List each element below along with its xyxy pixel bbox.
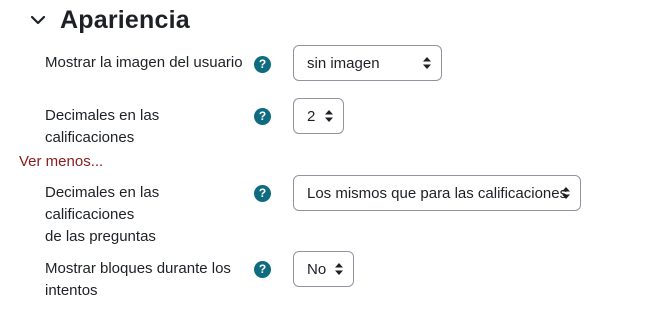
help-icon[interactable]: ? [254, 185, 271, 202]
grade-decimals-value: 2 [307, 107, 316, 125]
show-blocks-label-line1: Mostrar bloques durante los [45, 260, 231, 277]
show-user-picture-label: Mostrar la imagen del usuario [45, 54, 243, 71]
show-blocks-value: No [307, 260, 327, 278]
select-arrows-icon [423, 57, 431, 69]
help-icon[interactable]: ? [254, 108, 271, 125]
show-user-picture-value: sin imagen [307, 54, 380, 72]
question-grade-decimals-label: Decimales en las calificaciones de las p… [45, 182, 250, 248]
grade-decimals-select[interactable]: 2 [293, 98, 344, 134]
section-title: Apariencia [60, 5, 190, 34]
show-blocks-select[interactable]: No [293, 251, 354, 287]
help-icon[interactable]: ? [254, 261, 271, 278]
grade-decimals-label: Decimales en las calificaciones [45, 107, 160, 146]
select-arrows-icon [325, 110, 333, 122]
show-user-picture-select[interactable]: sin imagen [293, 45, 442, 81]
select-arrows-icon [562, 187, 570, 199]
show-less-link[interactable]: Ver menos... [19, 153, 103, 170]
question-grade-decimals-value: Los mismos que para las calificaciones [307, 184, 568, 202]
chevron-down-icon [30, 15, 46, 25]
question-grade-decimals-select[interactable]: Los mismos que para las calificaciones [293, 175, 581, 211]
help-icon[interactable]: ? [254, 56, 271, 73]
show-blocks-label: Mostrar bloques durante los intentos [45, 258, 250, 302]
question-grade-decimals-label-line2: de las preguntas [45, 228, 156, 245]
select-arrows-icon [335, 263, 343, 275]
section-toggle-apariencia[interactable]: Apariencia [28, 2, 190, 38]
question-grade-decimals-label-line1: Decimales en las calificaciones [45, 184, 160, 223]
show-blocks-label-line2: intentos [45, 282, 98, 299]
